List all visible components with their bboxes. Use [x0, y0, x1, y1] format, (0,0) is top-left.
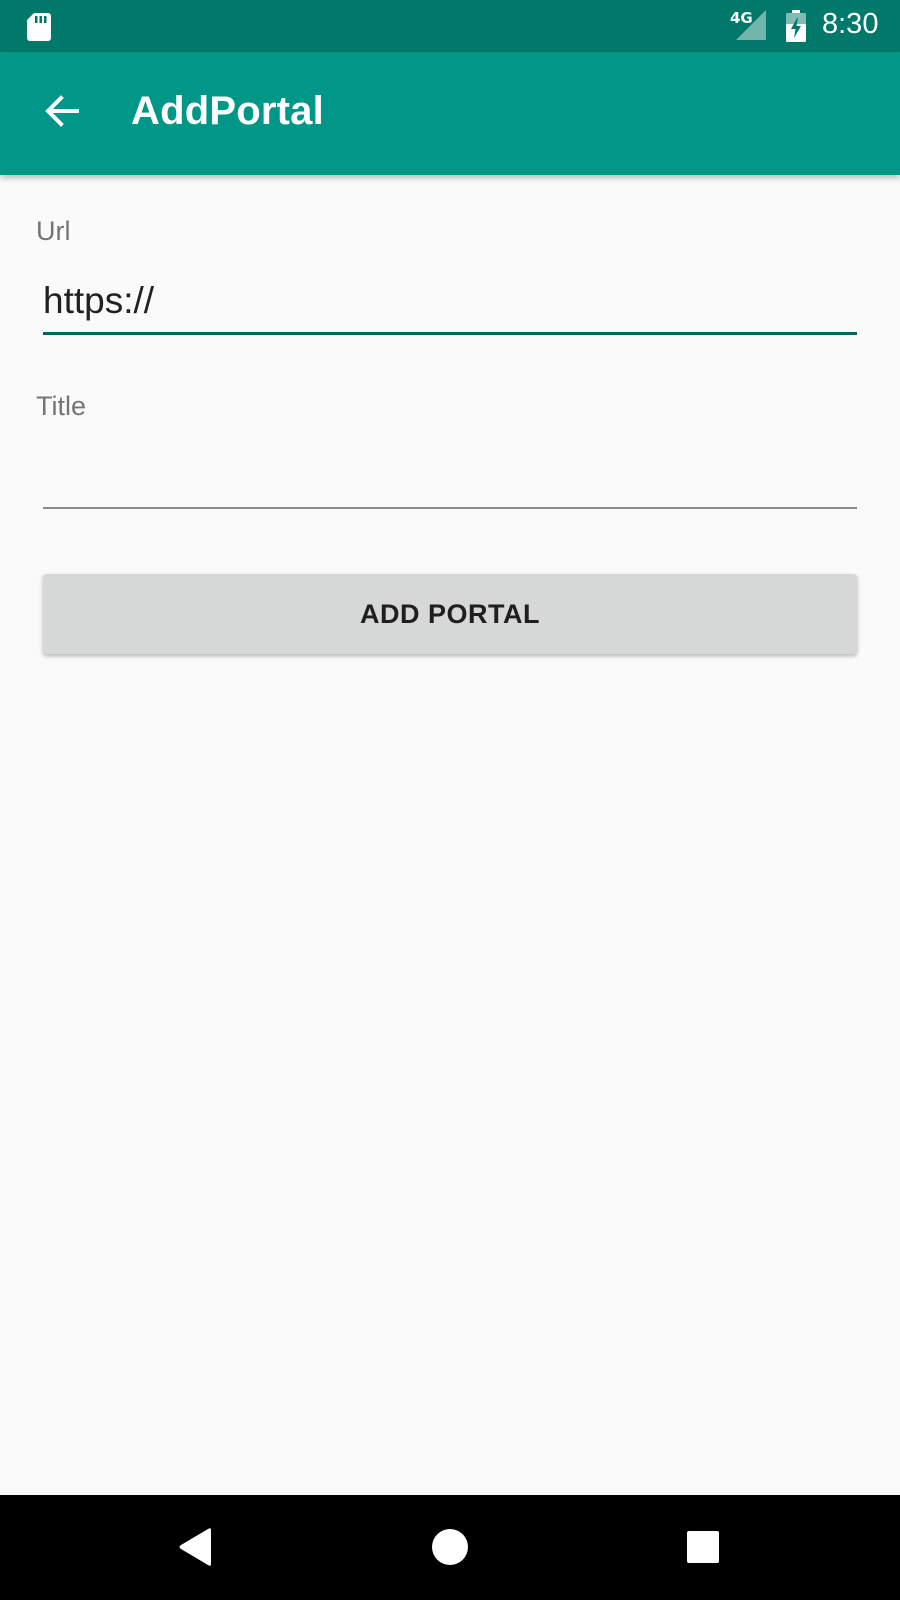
arrow-back-icon — [45, 95, 79, 127]
app-bar: AddPortal — [0, 52, 900, 175]
url-label: Url — [36, 216, 71, 246]
page-title: AddPortal — [131, 89, 324, 133]
nav-back-button[interactable] — [166, 1517, 226, 1577]
navigation-bar — [0, 1495, 900, 1600]
status-clock: 8:30 — [822, 8, 879, 40]
status-bar: 4G 8:30 — [0, 0, 900, 52]
nav-recents-icon — [687, 1531, 719, 1563]
nav-recents-button[interactable] — [673, 1517, 733, 1577]
nav-home-icon — [432, 1529, 468, 1565]
nav-home-button[interactable] — [420, 1517, 480, 1577]
url-input[interactable] — [43, 275, 857, 335]
signal-icon — [736, 10, 766, 40]
sd-card-icon — [27, 13, 51, 41]
title-label: Title — [36, 391, 87, 421]
add-portal-button[interactable]: ADD PORTAL — [43, 574, 857, 654]
nav-back-icon — [179, 1528, 211, 1566]
back-button[interactable] — [28, 77, 96, 145]
screen: 4G 8:30 AddPortal Url Title ADD PORTAL — [0, 0, 900, 1600]
title-input[interactable] — [43, 449, 857, 509]
battery-charging-icon — [786, 10, 806, 42]
